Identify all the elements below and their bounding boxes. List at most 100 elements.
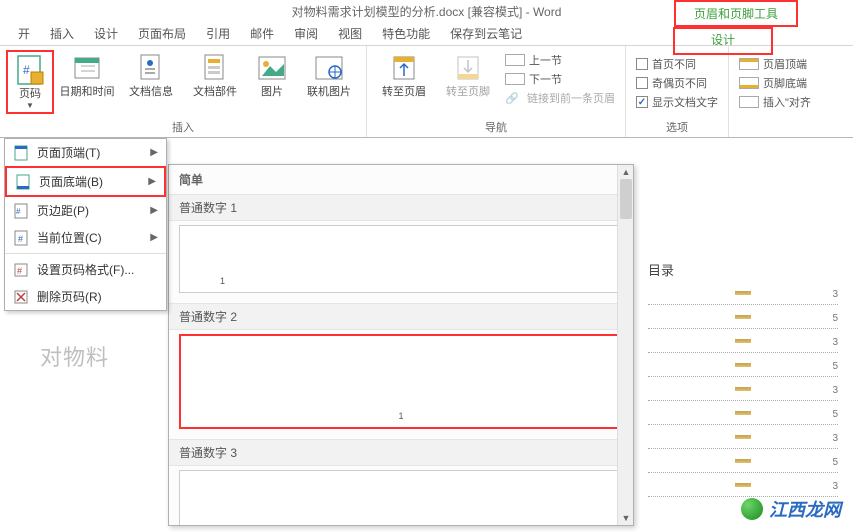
document-toc: 目录 3 5 3 5 3 5 3 5 3: [648, 260, 838, 503]
document-body-text: 对物料: [40, 340, 109, 372]
picture-button[interactable]: 图片: [248, 50, 296, 114]
gallery-scrollbar[interactable]: ▲ ▼: [617, 165, 633, 525]
doc-parts-label: 文档部件: [193, 86, 237, 99]
gallery-item-plain1[interactable]: 1: [179, 225, 623, 293]
checkbox-checked-icon: [636, 96, 648, 108]
tab-view[interactable]: 视图: [328, 22, 372, 46]
toc-entry[interactable]: 5: [648, 311, 838, 329]
goto-footer-button[interactable]: 转至页脚: [437, 50, 499, 108]
menu-page-margins[interactable]: # 页边距(P)▶: [5, 197, 166, 224]
goto-header-icon: [388, 52, 420, 84]
ribbon-group-options: 首页不同 奇偶页不同 显示文档文字 选项: [626, 46, 729, 137]
insert-alignment-tab-button[interactable]: 插入"对齐: [739, 94, 811, 110]
group-insert-label: 插入: [172, 117, 194, 135]
menu-current-position[interactable]: # 当前位置(C)▶: [5, 224, 166, 251]
current-pos-icon: #: [13, 230, 29, 246]
gallery-item-plain2-title: 普通数字 2: [169, 303, 633, 330]
page-top-icon: [13, 145, 29, 161]
tab-start[interactable]: 开: [8, 22, 40, 46]
page-bottom-gallery: 简单 普通数字 1 1 普通数字 2 1 普通数字 3 ▲ ▼: [168, 164, 634, 526]
window-title: 对物料需求计划模型的分析.docx [兼容模式] - Word: [292, 3, 562, 20]
page-number-button[interactable]: # 页码 ▼: [6, 50, 54, 114]
toc-entry[interactable]: 5: [648, 407, 838, 425]
contextual-tab-design[interactable]: 设计: [673, 27, 773, 55]
svg-text:#: #: [23, 63, 30, 77]
online-picture-icon: [313, 52, 345, 84]
toc-entry[interactable]: 3: [648, 335, 838, 353]
scroll-down-icon[interactable]: ▼: [618, 511, 634, 525]
goto-footer-label: 转至页脚: [446, 86, 490, 99]
page-number-icon: #: [14, 54, 46, 86]
show-doc-text-checkbox[interactable]: 显示文档文字: [636, 94, 718, 110]
section-nav-list: 上一节 下一节 🔗链接到前一条页眉: [501, 50, 619, 108]
gallery-item-plain1-title: 普通数字 1: [169, 194, 633, 221]
goto-header-label: 转至页眉: [382, 86, 426, 99]
page-number-dropdown: 页面顶端(T)▶ 页面底端(B)▶ # 页边距(P)▶ # 当前位置(C)▶ #…: [4, 138, 167, 311]
toc-title: 目录: [648, 260, 838, 279]
toc-entry[interactable]: 3: [648, 383, 838, 401]
toc-entry[interactable]: 3: [648, 287, 838, 305]
watermark: 江西龙网: [741, 496, 841, 522]
scroll-thumb[interactable]: [620, 179, 632, 219]
next-section-button[interactable]: 下一节: [505, 71, 562, 87]
toc-entry[interactable]: 3: [648, 479, 838, 497]
svg-text:#: #: [17, 266, 22, 276]
prev-section-icon: [505, 54, 525, 66]
tab-special[interactable]: 特色功能: [372, 22, 440, 46]
date-time-button[interactable]: 日期和时间: [56, 50, 118, 114]
date-time-label: 日期和时间: [60, 86, 115, 99]
tab-references[interactable]: 引用: [196, 22, 240, 46]
checkbox-icon: [636, 77, 648, 89]
toc-entry[interactable]: 5: [648, 455, 838, 473]
online-picture-button[interactable]: 联机图片: [298, 50, 360, 114]
watermark-logo-icon: [741, 498, 763, 520]
tab-page-layout[interactable]: 页面布局: [128, 22, 196, 46]
group-options-label: 选项: [666, 117, 688, 135]
svg-text:#: #: [18, 234, 23, 244]
page-bottom-icon: [15, 174, 31, 190]
first-page-different-checkbox[interactable]: 首页不同: [636, 56, 696, 72]
odd-even-different-checkbox[interactable]: 奇偶页不同: [636, 75, 707, 91]
doc-parts-button[interactable]: 文档部件: [184, 50, 246, 114]
ribbon-group-navigation: 转至页眉 转至页脚 上一节 下一节 🔗链接到前一条页眉 导航: [367, 46, 626, 137]
menu-page-bottom[interactable]: 页面底端(B)▶: [5, 166, 166, 197]
page-number-label: 页码: [19, 88, 41, 101]
group-nav-label: 导航: [485, 117, 507, 135]
menu-remove-page-numbers[interactable]: 删除页码(R): [5, 283, 166, 310]
toc-entry[interactable]: 5: [648, 359, 838, 377]
watermark-text: 江西龙网: [769, 496, 841, 522]
doc-info-icon: [135, 52, 167, 84]
margins-icon: #: [13, 203, 29, 219]
checkbox-icon: [636, 58, 648, 70]
tab-mailings[interactable]: 邮件: [240, 22, 284, 46]
toc-entry[interactable]: 3: [648, 431, 838, 449]
gallery-item-plain3[interactable]: [179, 470, 623, 526]
chevron-down-icon: ▼: [26, 101, 34, 110]
align-tab-icon: [739, 96, 759, 108]
scroll-up-icon[interactable]: ▲: [618, 165, 634, 179]
ribbon-group-insert: # 页码 ▼ 日期和时间 文档信息 文档部件 图片: [0, 46, 367, 137]
tab-insert[interactable]: 插入: [40, 22, 84, 46]
doc-info-label: 文档信息: [129, 86, 173, 99]
picture-label: 图片: [261, 86, 283, 99]
tab-design[interactable]: 设计: [84, 22, 128, 46]
gallery-item-plain2[interactable]: 1: [179, 334, 623, 429]
doc-parts-icon: [199, 52, 231, 84]
header-from-top-button[interactable]: 页眉顶端: [739, 56, 807, 72]
footer-from-bottom-button[interactable]: 页脚底端: [739, 75, 807, 91]
tab-cloud-save[interactable]: 保存到云笔记: [440, 22, 532, 46]
link-previous-button[interactable]: 🔗链接到前一条页眉: [505, 90, 615, 106]
next-section-icon: [505, 73, 525, 85]
calendar-icon: [71, 52, 103, 84]
remove-icon: [13, 289, 29, 305]
online-picture-label: 联机图片: [307, 86, 351, 99]
menu-format-page-numbers[interactable]: # 设置页码格式(F)...: [5, 256, 166, 283]
tab-review[interactable]: 审阅: [284, 22, 328, 46]
contextual-tab-group[interactable]: 页眉和页脚工具: [674, 0, 798, 27]
doc-info-button[interactable]: 文档信息: [120, 50, 182, 114]
prev-section-button[interactable]: 上一节: [505, 52, 562, 68]
goto-footer-icon: [452, 52, 484, 84]
format-icon: #: [13, 262, 29, 278]
menu-page-top[interactable]: 页面顶端(T)▶: [5, 139, 166, 166]
goto-header-button[interactable]: 转至页眉: [373, 50, 435, 108]
